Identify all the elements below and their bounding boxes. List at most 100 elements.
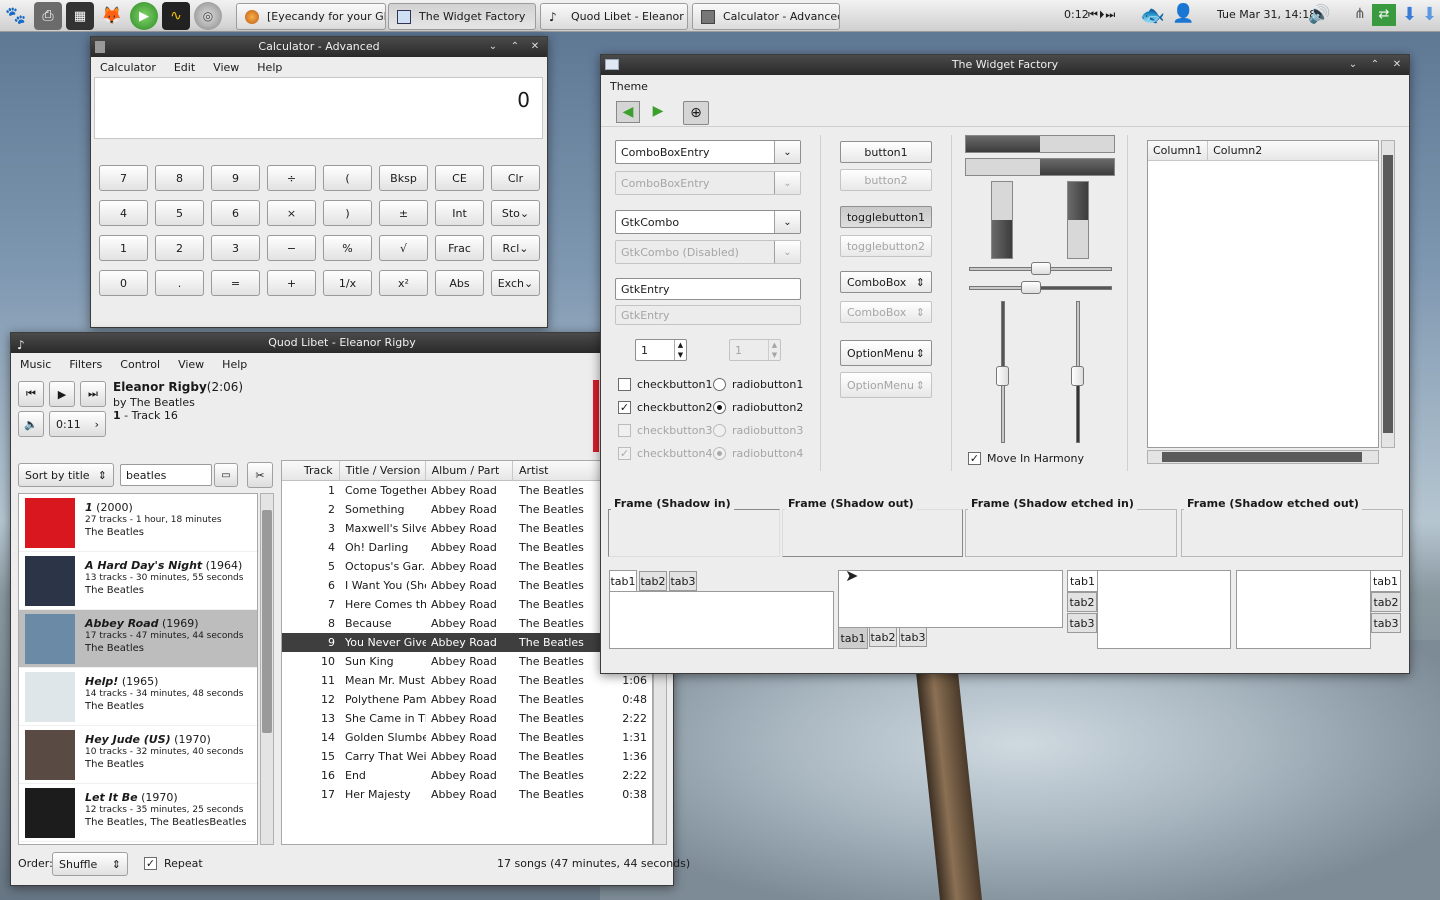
notebook-bottom-tab3[interactable]: tab3 <box>899 627 927 647</box>
menu-view[interactable]: View <box>169 358 213 371</box>
album-item[interactable]: A Hard Day's Night (1964) 13 tracks - 30 … <box>19 552 257 610</box>
track-row[interactable]: 5 Octopus's Gar... Abbey Road The Beatles <box>282 557 652 576</box>
network-icon[interactable]: ⋔ <box>1354 6 1366 22</box>
menu-filters[interactable]: Filters <box>60 358 111 371</box>
calc-key[interactable]: Abs <box>435 270 484 296</box>
calc-key[interactable]: 7 <box>99 165 148 191</box>
column-album[interactable]: Album / Part <box>426 461 514 480</box>
previous-button[interactable]: ⏮ <box>18 381 44 407</box>
track-row[interactable]: 7 Here Comes th... Abbey Road The Beatles <box>282 595 652 614</box>
vscale-1[interactable] <box>996 301 1009 443</box>
download-icon[interactable]: ⬇ <box>1402 4 1417 25</box>
search-input[interactable]: beatles <box>120 464 212 486</box>
system-monitor-icon[interactable]: ∿ <box>162 2 190 30</box>
calc-key[interactable]: 9 <box>211 165 260 191</box>
calc-key[interactable]: 1/x <box>323 270 372 296</box>
radiobutton1[interactable] <box>713 378 726 391</box>
tree-view[interactable]: Column1 Column2 <box>1147 140 1379 448</box>
fish-icon[interactable]: 🐟 <box>1140 3 1165 27</box>
move-in-harmony-checkbox[interactable]: ✓ <box>968 452 981 465</box>
notebook-right-tab1[interactable]: tab1 <box>1370 570 1401 592</box>
album-item[interactable]: 1 (2000) 27 tracks - 1 hour, 18 minutes Th… <box>19 494 257 552</box>
task-calculator[interactable]: Calculator - Advanced <box>692 3 840 30</box>
maximize-icon[interactable]: ⌃ <box>1367 58 1383 72</box>
forward-arrow-icon[interactable]: ▶ <box>646 101 670 123</box>
tree-hscrollbar-thumb[interactable] <box>1162 452 1362 462</box>
user-info-icon[interactable]: 👤 <box>1172 3 1194 24</box>
calc-key[interactable]: Int <box>435 200 484 226</box>
calc-key[interactable]: + <box>267 270 316 296</box>
togglebutton1[interactable]: togglebutton1 <box>840 206 932 228</box>
calc-key[interactable]: √ <box>379 235 428 261</box>
volume-icon[interactable]: 🔊 <box>1308 4 1330 25</box>
album-item[interactable]: Abbey Road (1969) 17 tracks - 47 minutes,… <box>19 610 257 668</box>
tree-vscrollbar-thumb[interactable] <box>1383 155 1393 433</box>
track-row[interactable]: 16 End Abbey Road The Beatles 2:22 <box>282 766 652 785</box>
column-title[interactable]: Title / Version <box>340 461 426 480</box>
track-row[interactable]: 17 Her Majesty Abbey Road The Beatles 0:38 <box>282 785 652 804</box>
track-row[interactable]: 12 Polythene Pam Abbey Road The Beatles 0:48 <box>282 690 652 709</box>
maximize-icon[interactable]: ⌃ <box>507 40 523 54</box>
track-row[interactable]: 14 Golden Slumbe... Abbey Road The Beatles 1… <box>282 728 652 747</box>
track-row[interactable]: 9 You Never Give... Abbey Road The Beatles <box>282 633 652 652</box>
calc-key[interactable]: = <box>211 270 260 296</box>
spin-button[interactable]: 1 ▲ ▼ <box>635 339 687 361</box>
notebook-left-tab3[interactable]: tab3 <box>1067 613 1097 633</box>
order-combo[interactable]: Shuffle ⇕ <box>52 852 128 876</box>
tree-vscrollbar[interactable] <box>1381 140 1395 448</box>
menu-view[interactable]: View <box>204 61 248 74</box>
calc-key[interactable]: 8 <box>155 165 204 191</box>
spin-arrows-icon[interactable]: ▲ ▼ <box>674 340 686 360</box>
track-row[interactable]: 2 Something Abbey Road The Beatles <box>282 500 652 519</box>
notebook-top-tab2[interactable]: tab2 <box>639 571 667 591</box>
notebook-right-tab3[interactable]: tab3 <box>1371 613 1401 633</box>
vscale-1-thumb[interactable] <box>996 366 1009 386</box>
calc-key[interactable]: Exch ⌄ <box>491 270 540 296</box>
calc-key[interactable]: x² <box>379 270 428 296</box>
calc-key[interactable]: 1 <box>99 235 148 261</box>
disc-burner-icon[interactable]: ◎ <box>194 2 222 30</box>
play-button[interactable]: ▶ <box>49 381 75 407</box>
menu-edit[interactable]: Edit <box>165 61 204 74</box>
track-row[interactable]: 6 I Want You (She... Abbey Road The Beatles <box>282 576 652 595</box>
minimize-icon[interactable]: ⌄ <box>1345 58 1361 72</box>
hscale-1-thumb[interactable] <box>1030 262 1051 275</box>
close-icon[interactable]: ✕ <box>1389 58 1405 72</box>
radiobutton2[interactable] <box>713 401 726 414</box>
track-row[interactable]: 15 Carry That Wei... Abbey Road The Beatles… <box>282 747 652 766</box>
hscale-1[interactable] <box>969 262 1112 275</box>
seek-button[interactable]: 0:11 › <box>49 411 106 437</box>
calc-key[interactable]: Sto ⌄ <box>491 200 540 226</box>
column-track[interactable]: Track <box>282 461 340 480</box>
notebook-right-tab2[interactable]: tab2 <box>1371 592 1401 612</box>
album-scrollbar-thumb[interactable] <box>262 510 272 733</box>
calc-key[interactable]: Bksp <box>379 165 428 191</box>
calc-key[interactable]: 4 <box>99 200 148 226</box>
hscale-2[interactable] <box>969 281 1112 294</box>
next-button[interactable]: ⏭ <box>80 381 106 407</box>
calc-key[interactable]: . <box>155 270 204 296</box>
calc-key[interactable]: ± <box>379 200 428 226</box>
tree-column1[interactable]: Column1 <box>1148 141 1209 160</box>
checkbutton2[interactable]: ✓ <box>618 401 631 414</box>
task-eyecandy[interactable]: [Eyecandy for your GN... <box>236 3 386 30</box>
repeat-checkbox[interactable]: ✓ <box>144 857 157 870</box>
widget-factory-titlebar[interactable]: The Widget Factory ⌄ ⌃ ✕ <box>601 55 1409 75</box>
track-row[interactable]: 13 She Came in Th... Abbey Road The Beatles… <box>282 709 652 728</box>
calc-key[interactable]: ) <box>323 200 372 226</box>
volume-button[interactable]: 🔈 <box>18 411 44 437</box>
minimize-icon[interactable]: ⌄ <box>485 40 501 54</box>
back-arrow-icon[interactable]: ◀ <box>616 101 640 123</box>
menu-control[interactable]: Control <box>111 358 169 371</box>
hscale-2-thumb[interactable] <box>1020 281 1041 294</box>
clear-search-button[interactable]: ▭ <box>214 463 238 487</box>
track-row[interactable]: 1 Come Together Abbey Road The Beatles <box>282 481 652 500</box>
trash-icon[interactable]: ⬇ <box>1422 4 1437 25</box>
task-quodlibet[interactable]: ♪ Quod Libet - Eleanor ... <box>540 3 688 30</box>
vscale-2[interactable] <box>1071 301 1084 443</box>
menu-help[interactable]: Help <box>213 358 256 371</box>
notebook-bottom-tab1[interactable]: tab1 <box>838 627 868 649</box>
calc-key[interactable]: 0 <box>99 270 148 296</box>
menu-music[interactable]: Music <box>11 358 60 371</box>
close-icon[interactable]: ✕ <box>527 40 543 54</box>
